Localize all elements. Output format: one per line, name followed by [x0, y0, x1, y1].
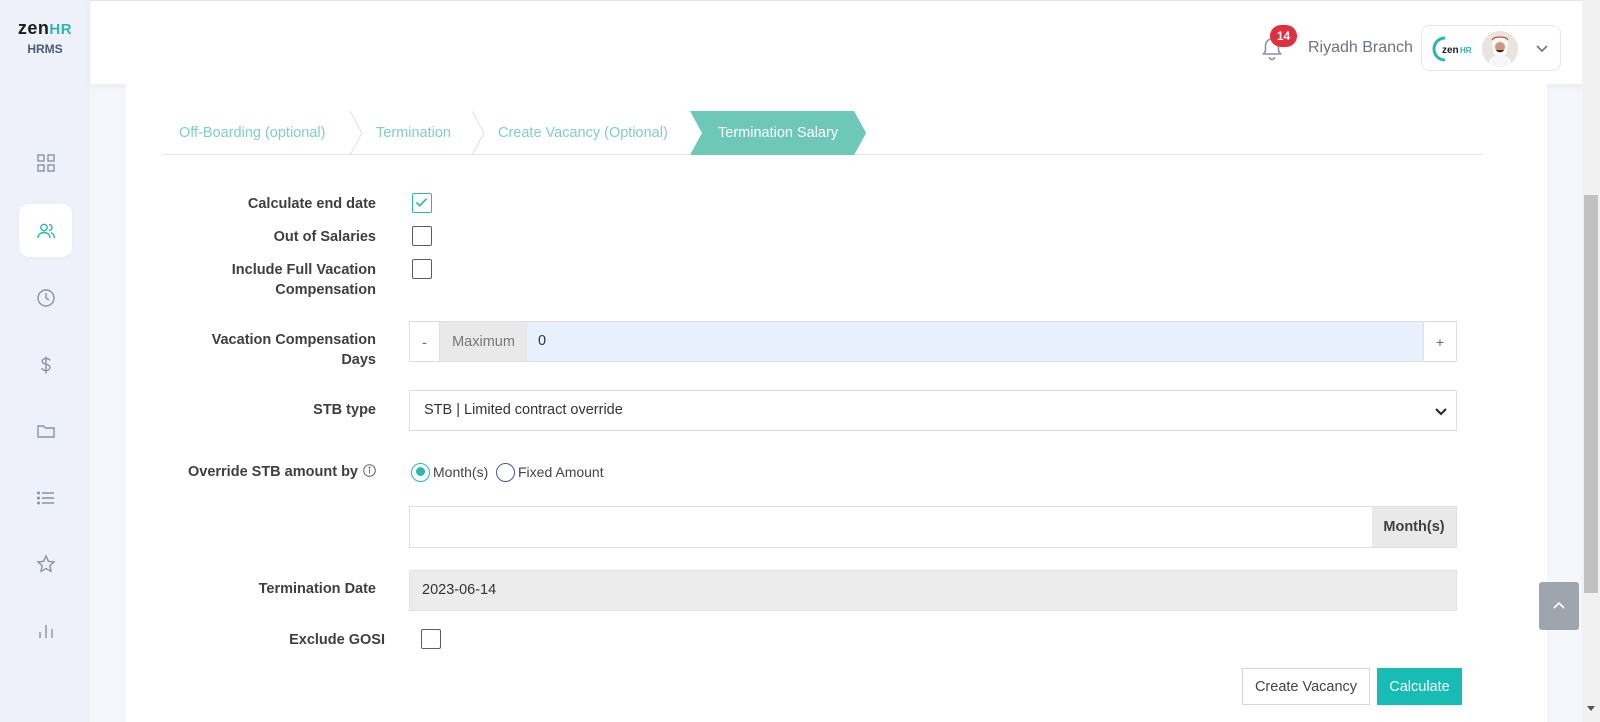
- scrollbar-thumb[interactable]: [1584, 195, 1598, 593]
- logo-wordmark: zenHR: [17, 18, 73, 38]
- folder-icon: [36, 424, 55, 438]
- svg-text:HR: HR: [1460, 46, 1472, 55]
- termination-date-label: Termination Date: [258, 581, 376, 597]
- radio-fixed-amount-label: Fixed Amount: [518, 464, 604, 480]
- termination-date-field[interactable]: 2023-06-14: [409, 570, 1457, 611]
- sidebar-item-documents[interactable]: [19, 404, 72, 457]
- termination-form-card: Off-Boarding (optional) Termination Crea…: [126, 84, 1547, 722]
- logo-subtitle: HRMS: [27, 42, 63, 56]
- step-termination-salary[interactable]: Termination Salary: [690, 111, 866, 155]
- branch-name[interactable]: Riyadh Branch: [1308, 39, 1413, 57]
- chevron-down-icon: [1435, 408, 1447, 416]
- stb-type-label: STB type: [313, 402, 376, 418]
- include-full-vacation-label: Include Full Vacation Compensation: [231, 262, 376, 298]
- wizard-steps: Off-Boarding (optional) Termination Crea…: [163, 111, 1483, 155]
- exclude-gosi-checkbox[interactable]: [421, 629, 441, 649]
- vacation-compensation-days-label: Vacation Compensation Days: [211, 332, 376, 368]
- step-separator: [349, 111, 363, 155]
- profile-menu[interactable]: zen HR: [1421, 25, 1561, 71]
- step-off-boarding[interactable]: Off-Boarding (optional): [179, 111, 325, 155]
- users-icon: [36, 223, 55, 238]
- stb-type-selected-value: STB | Limited contract override: [424, 402, 623, 418]
- out-of-salaries-label: Out of Salaries: [273, 229, 376, 245]
- step-termination[interactable]: Termination: [376, 111, 451, 155]
- vacation-days-input[interactable]: 0: [538, 322, 546, 361]
- radio-button[interactable]: [496, 462, 515, 482]
- exclude-gosi-label: Exclude GOSI: [289, 632, 385, 648]
- notification-badge: 14: [1270, 25, 1297, 47]
- step-create-vacancy[interactable]: Create Vacancy (Optional): [498, 111, 668, 155]
- star-icon: [35, 553, 56, 573]
- calculate-button[interactable]: Calculate: [1377, 668, 1462, 705]
- sidebar-item-reports[interactable]: [19, 604, 72, 657]
- back-to-top-button[interactable]: [1539, 582, 1579, 630]
- sidebar-item-employees[interactable]: [19, 204, 72, 257]
- sidebar-item-attendance[interactable]: [19, 271, 72, 324]
- override-amount-field[interactable]: Month(s): [409, 506, 1457, 548]
- zenhr-logo[interactable]: zenHR HRMS: [0, 18, 90, 56]
- decrement-button[interactable]: -: [410, 322, 440, 361]
- avatar: [1482, 31, 1518, 67]
- maximum-button[interactable]: Maximum: [440, 322, 527, 361]
- chevron-down-icon: [1536, 45, 1548, 53]
- svg-text:zen: zen: [1442, 45, 1459, 56]
- dollar-icon: [40, 356, 51, 373]
- vacation-days-stepper: - Maximum 0 +: [409, 321, 1457, 362]
- termination-date-value: 2023-06-14: [422, 582, 497, 598]
- radio-months[interactable]: Month(s): [411, 462, 488, 482]
- chevron-up-icon: [1553, 601, 1565, 609]
- create-vacancy-button[interactable]: Create Vacancy: [1242, 668, 1370, 705]
- increment-button[interactable]: +: [1423, 322, 1456, 361]
- top-header: 14 Riyadh Branch zen HR: [90, 0, 1600, 84]
- amount-unit-addon: Month(s): [1372, 507, 1456, 547]
- checkmark-icon: [415, 198, 428, 207]
- calculate-end-date-label: Calculate end date: [247, 196, 376, 212]
- clock-icon: [36, 288, 55, 307]
- step-separator: [471, 111, 485, 155]
- sidebar-item-dashboard[interactable]: [19, 136, 72, 189]
- sidebar-item-payroll[interactable]: [19, 338, 72, 391]
- zenhr-mini-logo: zen HR: [1432, 36, 1472, 62]
- sidebar: zenHR HRMS: [0, 0, 90, 722]
- radio-button[interactable]: [411, 462, 430, 482]
- list-icon: [36, 490, 54, 504]
- scroll-down-arrow-icon[interactable]: [1586, 703, 1596, 713]
- info-icon[interactable]: [363, 464, 376, 477]
- sidebar-item-favorites[interactable]: [19, 537, 72, 590]
- sidebar-item-lists[interactable]: [19, 471, 72, 524]
- stb-type-select[interactable]: STB | Limited contract override: [409, 390, 1457, 431]
- grid-icon: [36, 153, 55, 172]
- radio-months-label: Month(s): [433, 464, 489, 480]
- include-full-vacation-checkbox[interactable]: [412, 259, 432, 279]
- bar-chart-icon: [38, 624, 53, 638]
- calculate-end-date-checkbox[interactable]: [412, 193, 432, 213]
- radio-fixed-amount[interactable]: Fixed Amount: [496, 462, 604, 482]
- override-stb-label: Override STB amount by: [187, 464, 358, 480]
- out-of-salaries-checkbox[interactable]: [412, 226, 432, 246]
